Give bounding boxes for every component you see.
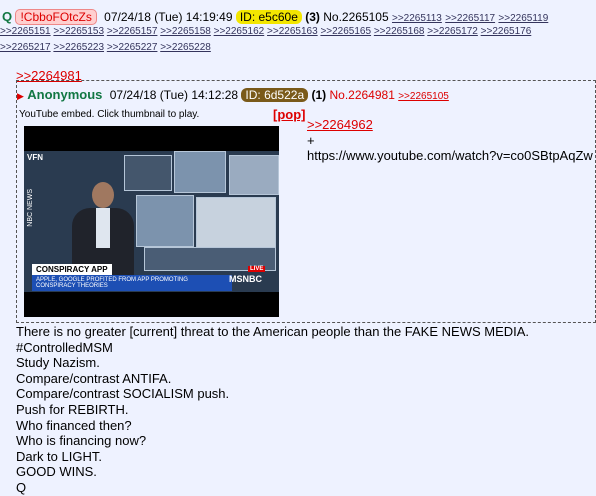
backlink[interactable]: >>2265223 [53, 42, 104, 53]
post-header: Q !CbboFOtcZs 07/24/18 (Tue) 14:19:49 ID… [2, 9, 548, 27]
backlink[interactable]: >>2265113 [392, 13, 442, 24]
inline-post-header: ▶ Anonymous 07/24/18 (Tue) 14:12:28 ID: … [17, 87, 449, 105]
backlink[interactable]: >>2265158 [160, 26, 211, 37]
backlinks-row: >>2265217 >>2265223 >>2265227 >>2265228 [0, 42, 211, 53]
reply-count: (1) [311, 88, 327, 102]
backlink[interactable]: >>2265153 [53, 26, 104, 37]
post-number-link[interactable]: No.2265105 [323, 10, 388, 24]
backlinks-row: >>2265151 >>2265153 >>2265157 >>2265158 … [0, 26, 531, 37]
backlink[interactable]: >>2265151 [0, 26, 51, 37]
lower-third-title: CONSPIRACY APP [32, 264, 112, 275]
backlink[interactable]: >>2265168 [374, 26, 425, 37]
body-line: Study Nazism. [16, 355, 100, 371]
reply-count: (3) [305, 10, 320, 24]
backlink[interactable]: >>2265162 [214, 26, 265, 37]
body-line: Compare/contrast ANTIFA. [16, 370, 172, 386]
body-line: Who financed then? [16, 417, 132, 433]
youtube-thumbnail[interactable]: VFN NBC NEWS CONSPIRACY APP APPLE, GOOGL… [24, 126, 279, 317]
side-text: NBC NEWS [27, 189, 34, 227]
post-date: 07/24/18 (Tue) 14:12:28 [109, 88, 239, 102]
lower-third-text: APPLE, GOOGLE PROFITED FROM APP PROMOTIN… [32, 275, 232, 291]
poster-name: Anonymous [27, 87, 103, 102]
backlink[interactable]: >>2265227 [107, 42, 158, 53]
body-line: Dark to LIGHT. [16, 448, 102, 464]
backlink[interactable]: >>2265117 [445, 13, 495, 24]
poster-id-badge[interactable]: ID: e5c60e [235, 10, 302, 24]
video-frame: VFN NBC NEWS CONSPIRACY APP APPLE, GOOGL… [24, 151, 279, 292]
post-body: There is no greater [current] threat to … [16, 324, 529, 496]
plus-sign: + [307, 133, 315, 148]
live-badge: LIVE [248, 266, 266, 272]
backlink[interactable]: >>2265105 [398, 91, 449, 102]
post-number-link[interactable]: No.2264981 [329, 88, 394, 102]
network-logo: MSNBC [229, 274, 262, 284]
youtube-embed-note: YouTube embed. Click thumbnail to play. [19, 109, 200, 120]
youtube-url[interactable]: https://www.youtube.com/watch?v=co0SBtpA… [307, 148, 593, 163]
collapse-arrow-icon[interactable]: ▶ [17, 91, 24, 101]
poster-name: Q [2, 9, 13, 24]
channel-logo: VFN [27, 153, 43, 162]
pop-button[interactable]: [pop] [273, 107, 305, 122]
body-line: GOOD WINS. [16, 464, 97, 480]
poster-id-badge[interactable]: ID: 6d522a [241, 88, 309, 102]
backlink[interactable]: >>2265228 [160, 42, 211, 53]
body-line: #ControlledMSM [16, 339, 113, 355]
backlink[interactable]: >>2265176 [481, 26, 532, 37]
backlink[interactable]: >>2265157 [107, 26, 158, 37]
body-line: Push for REBIRTH. [16, 401, 129, 417]
body-line: Q [16, 479, 27, 495]
backlink[interactable]: >>2265217 [0, 42, 51, 53]
body-line: Who is financing now? [16, 433, 147, 449]
quote-link[interactable]: >>2264962 [307, 117, 373, 132]
backlink[interactable]: >>2265165 [320, 26, 371, 37]
body-line: Compare/contrast SOCIALISM push. [16, 386, 230, 402]
backlink[interactable]: >>2265163 [267, 26, 318, 37]
backlink[interactable]: >>2265119 [498, 13, 548, 24]
inline-quoted-post: ▶ Anonymous 07/24/18 (Tue) 14:12:28 ID: … [16, 80, 596, 323]
tripcode: !CbboFOtcZs [15, 9, 97, 25]
body-line: There is no greater [current] threat to … [16, 324, 530, 339]
post-date: 07/24/18 (Tue) 14:19:49 [104, 10, 233, 24]
backlink[interactable]: >>2265172 [427, 26, 478, 37]
